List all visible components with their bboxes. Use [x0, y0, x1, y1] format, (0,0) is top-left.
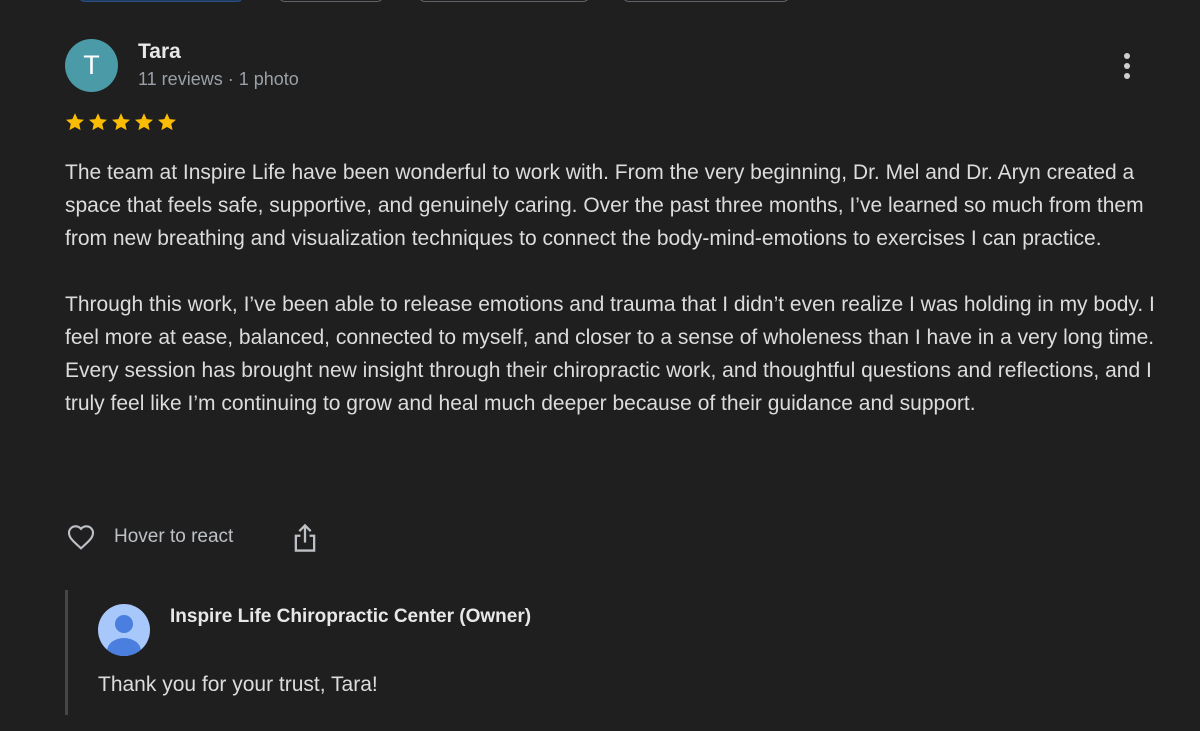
- react-label: Hover to react: [114, 526, 234, 547]
- star-icon: [112, 113, 130, 131]
- review-paragraph: Through this work, I’ve been able to rel…: [65, 293, 1155, 415]
- heart-outline-icon: [67, 525, 95, 550]
- review-page: T Tara 11 reviews · 1 photo The team at …: [0, 0, 1200, 731]
- reviewer-avatar[interactable]: T: [65, 39, 118, 92]
- react-button[interactable]: Hover to react: [64, 519, 233, 555]
- filter-chip[interactable]: [622, 0, 790, 2]
- person-icon: [107, 615, 141, 656]
- star-icon: [66, 113, 84, 131]
- star-rating: [64, 111, 178, 135]
- owner-reply-text: Thank you for your trust, Tara!: [98, 673, 378, 696]
- reviewer-meta: 11 reviews · 1 photo: [138, 69, 299, 89]
- star-icon: [135, 113, 153, 131]
- reviewer-name[interactable]: Tara: [138, 40, 181, 64]
- star-icon: [158, 113, 176, 131]
- star-icon: [89, 113, 107, 131]
- more-vert-icon: [1124, 53, 1130, 59]
- more-vert-icon-dot: [1124, 63, 1130, 69]
- owner-reply: Inspire Life Chiropractic Center (Owner)…: [65, 590, 1148, 715]
- owner-avatar: [98, 604, 150, 656]
- owner-name[interactable]: Inspire Life Chiropractic Center (Owner): [170, 606, 531, 628]
- review-body: The team at Inspire Life have been wonde…: [65, 156, 1165, 420]
- review-paragraph: The team at Inspire Life have been wonde…: [65, 161, 1144, 250]
- more-options-button[interactable]: [1112, 48, 1142, 84]
- more-vert-icon-dot: [1124, 73, 1130, 79]
- share-icon: [294, 523, 316, 552]
- share-button[interactable]: [288, 520, 322, 556]
- filter-chip[interactable]: [418, 0, 590, 2]
- filter-chip[interactable]: [278, 0, 384, 2]
- filter-chip[interactable]: [78, 0, 244, 2]
